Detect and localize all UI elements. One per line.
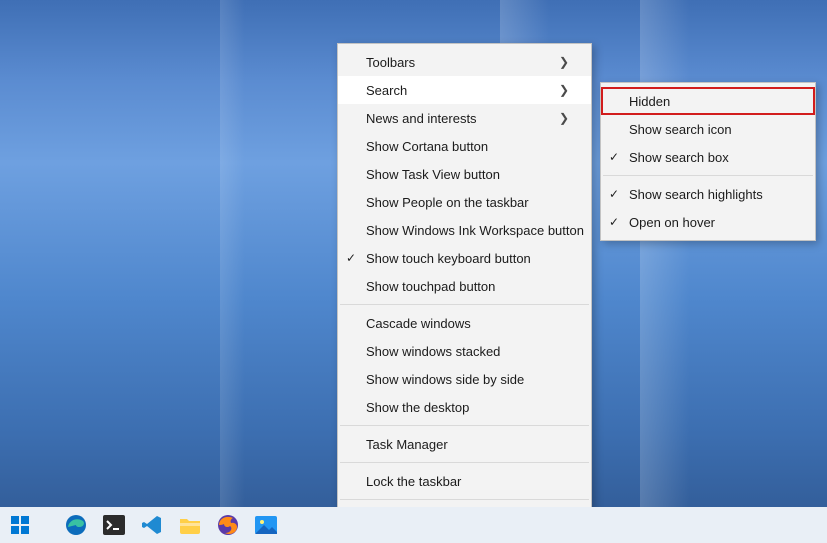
taskbar (0, 507, 827, 543)
photos-button[interactable] (252, 511, 280, 539)
menu-item-label: Show People on the taskbar (366, 195, 569, 210)
firefox-icon (217, 514, 239, 536)
menu-item-show-touchpad[interactable]: Show touchpad button (338, 272, 591, 300)
menu-item-lock-taskbar[interactable]: Lock the taskbar (338, 467, 591, 495)
menu-item-cascade-windows[interactable]: Cascade windows (338, 309, 591, 337)
menu-item-show-desktop[interactable]: Show the desktop (338, 393, 591, 421)
menu-separator (603, 175, 813, 176)
menu-item-toolbars[interactable]: Toolbars ❯ (338, 48, 591, 76)
menu-item-show-windows-stacked[interactable]: Show windows stacked (338, 337, 591, 365)
search-submenu: Hidden Show search icon ✓ Show search bo… (600, 82, 816, 241)
menu-item-show-touch-keyboard[interactable]: ✓ Show touch keyboard button (338, 244, 591, 272)
photos-icon (255, 516, 277, 534)
file-explorer-icon (179, 516, 201, 534)
menu-item-label: Toolbars (366, 55, 559, 70)
menu-item-label: Show Task View button (366, 167, 569, 182)
menu-item-label: Show search box (629, 150, 793, 165)
terminal-icon (103, 515, 125, 535)
menu-item-label: Show search highlights (629, 187, 793, 202)
menu-item-task-manager[interactable]: Task Manager (338, 430, 591, 458)
submenu-item-show-search-box[interactable]: ✓ Show search box (601, 143, 815, 171)
menu-item-news-interests[interactable]: News and interests ❯ (338, 104, 591, 132)
menu-separator (340, 499, 589, 500)
menu-item-label: Show Windows Ink Workspace button (366, 223, 584, 238)
check-icon: ✓ (609, 150, 619, 164)
menu-item-show-people[interactable]: Show People on the taskbar (338, 188, 591, 216)
windows-icon (11, 516, 29, 534)
menu-separator (340, 425, 589, 426)
taskbar-context-menu: Toolbars ❯ Search ❯ News and interests ❯… (337, 43, 592, 537)
menu-item-label: News and interests (366, 111, 559, 126)
menu-item-label: Show the desktop (366, 400, 569, 415)
menu-item-label: Open on hover (629, 215, 793, 230)
firefox-button[interactable] (214, 511, 242, 539)
menu-item-label: Show Cortana button (366, 139, 569, 154)
menu-item-show-cortana[interactable]: Show Cortana button (338, 132, 591, 160)
submenu-item-show-search-highlights[interactable]: ✓ Show search highlights (601, 180, 815, 208)
submenu-item-show-search-icon[interactable]: Show search icon (601, 115, 815, 143)
check-icon: ✓ (346, 251, 356, 265)
menu-item-label: Search (366, 83, 559, 98)
menu-item-label: Show touch keyboard button (366, 251, 569, 266)
vscode-button[interactable] (138, 511, 166, 539)
menu-item-label: Task Manager (366, 437, 569, 452)
menu-separator (340, 304, 589, 305)
start-button[interactable] (6, 511, 34, 539)
menu-item-show-ink-workspace[interactable]: Show Windows Ink Workspace button (338, 216, 591, 244)
menu-separator (340, 462, 589, 463)
menu-item-show-task-view[interactable]: Show Task View button (338, 160, 591, 188)
chevron-right-icon: ❯ (559, 55, 569, 69)
check-icon: ✓ (609, 187, 619, 201)
menu-item-search[interactable]: Search ❯ (338, 76, 591, 104)
terminal-button[interactable] (100, 511, 128, 539)
explorer-button[interactable] (176, 511, 204, 539)
submenu-item-open-on-hover[interactable]: ✓ Open on hover (601, 208, 815, 236)
edge-icon (65, 514, 87, 536)
menu-item-show-windows-side-by-side[interactable]: Show windows side by side (338, 365, 591, 393)
check-icon: ✓ (609, 215, 619, 229)
menu-item-label: Show windows stacked (366, 344, 569, 359)
edge-button[interactable] (62, 511, 90, 539)
menu-item-label: Lock the taskbar (366, 474, 569, 489)
submenu-item-hidden[interactable]: Hidden (601, 87, 815, 115)
menu-item-label: Show touchpad button (366, 279, 569, 294)
vscode-icon (141, 514, 163, 536)
chevron-right-icon: ❯ (559, 83, 569, 97)
chevron-right-icon: ❯ (559, 111, 569, 125)
menu-item-label: Show search icon (629, 122, 793, 137)
menu-item-label: Show windows side by side (366, 372, 569, 387)
menu-item-label: Hidden (629, 94, 793, 109)
menu-item-label: Cascade windows (366, 316, 569, 331)
